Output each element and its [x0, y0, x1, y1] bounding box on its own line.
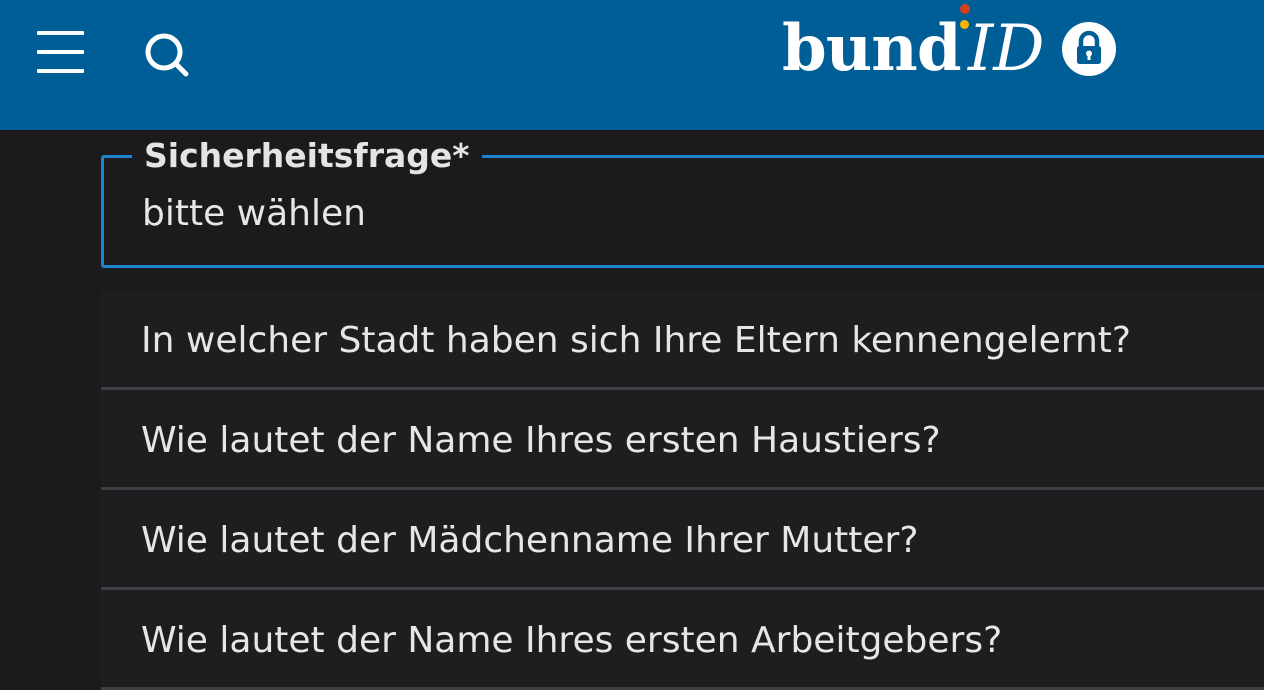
- security-question-select[interactable]: Sicherheitsfrage* bitte wählen: [101, 136, 1264, 268]
- option-item[interactable]: Wie lautet der Mädchenname Ihrer Mutter?: [101, 490, 1264, 590]
- option-item[interactable]: Wie lautet der Name Ihres ersten Haustie…: [101, 390, 1264, 490]
- app-header: bund ID: [0, 0, 1264, 130]
- logo-word-id: ID: [968, 12, 1045, 86]
- menu-bar-bottom: [37, 69, 84, 73]
- option-label: Wie lautet der Name Ihres ersten Arbeitg…: [141, 620, 1003, 661]
- menu-bar-top: [37, 31, 84, 35]
- security-question-options: In welcher Stadt haben sich Ihre Eltern …: [101, 290, 1264, 690]
- option-label: In welcher Stadt haben sich Ihre Eltern …: [141, 320, 1131, 361]
- menu-button[interactable]: [30, 22, 90, 82]
- option-item[interactable]: In welcher Stadt haben sich Ihre Eltern …: [101, 290, 1264, 390]
- lock-badge: [1062, 22, 1116, 76]
- menu-bar-middle: [37, 50, 84, 54]
- option-label: Wie lautet der Name Ihres ersten Haustie…: [141, 420, 941, 461]
- security-question-value: bitte wählen: [142, 193, 366, 234]
- option-item[interactable]: Wie lautet der Name Ihres ersten Arbeitg…: [101, 590, 1264, 690]
- search-button[interactable]: [138, 26, 198, 86]
- lock-icon: [1077, 30, 1101, 64]
- bundid-logo[interactable]: bund ID: [782, 0, 1122, 110]
- security-question-label: Sicherheitsfrage*: [132, 136, 482, 176]
- option-label: Wie lautet der Mädchenname Ihrer Mutter?: [141, 520, 919, 561]
- logo-word-bund: bund: [782, 11, 962, 86]
- search-icon: [145, 33, 189, 77]
